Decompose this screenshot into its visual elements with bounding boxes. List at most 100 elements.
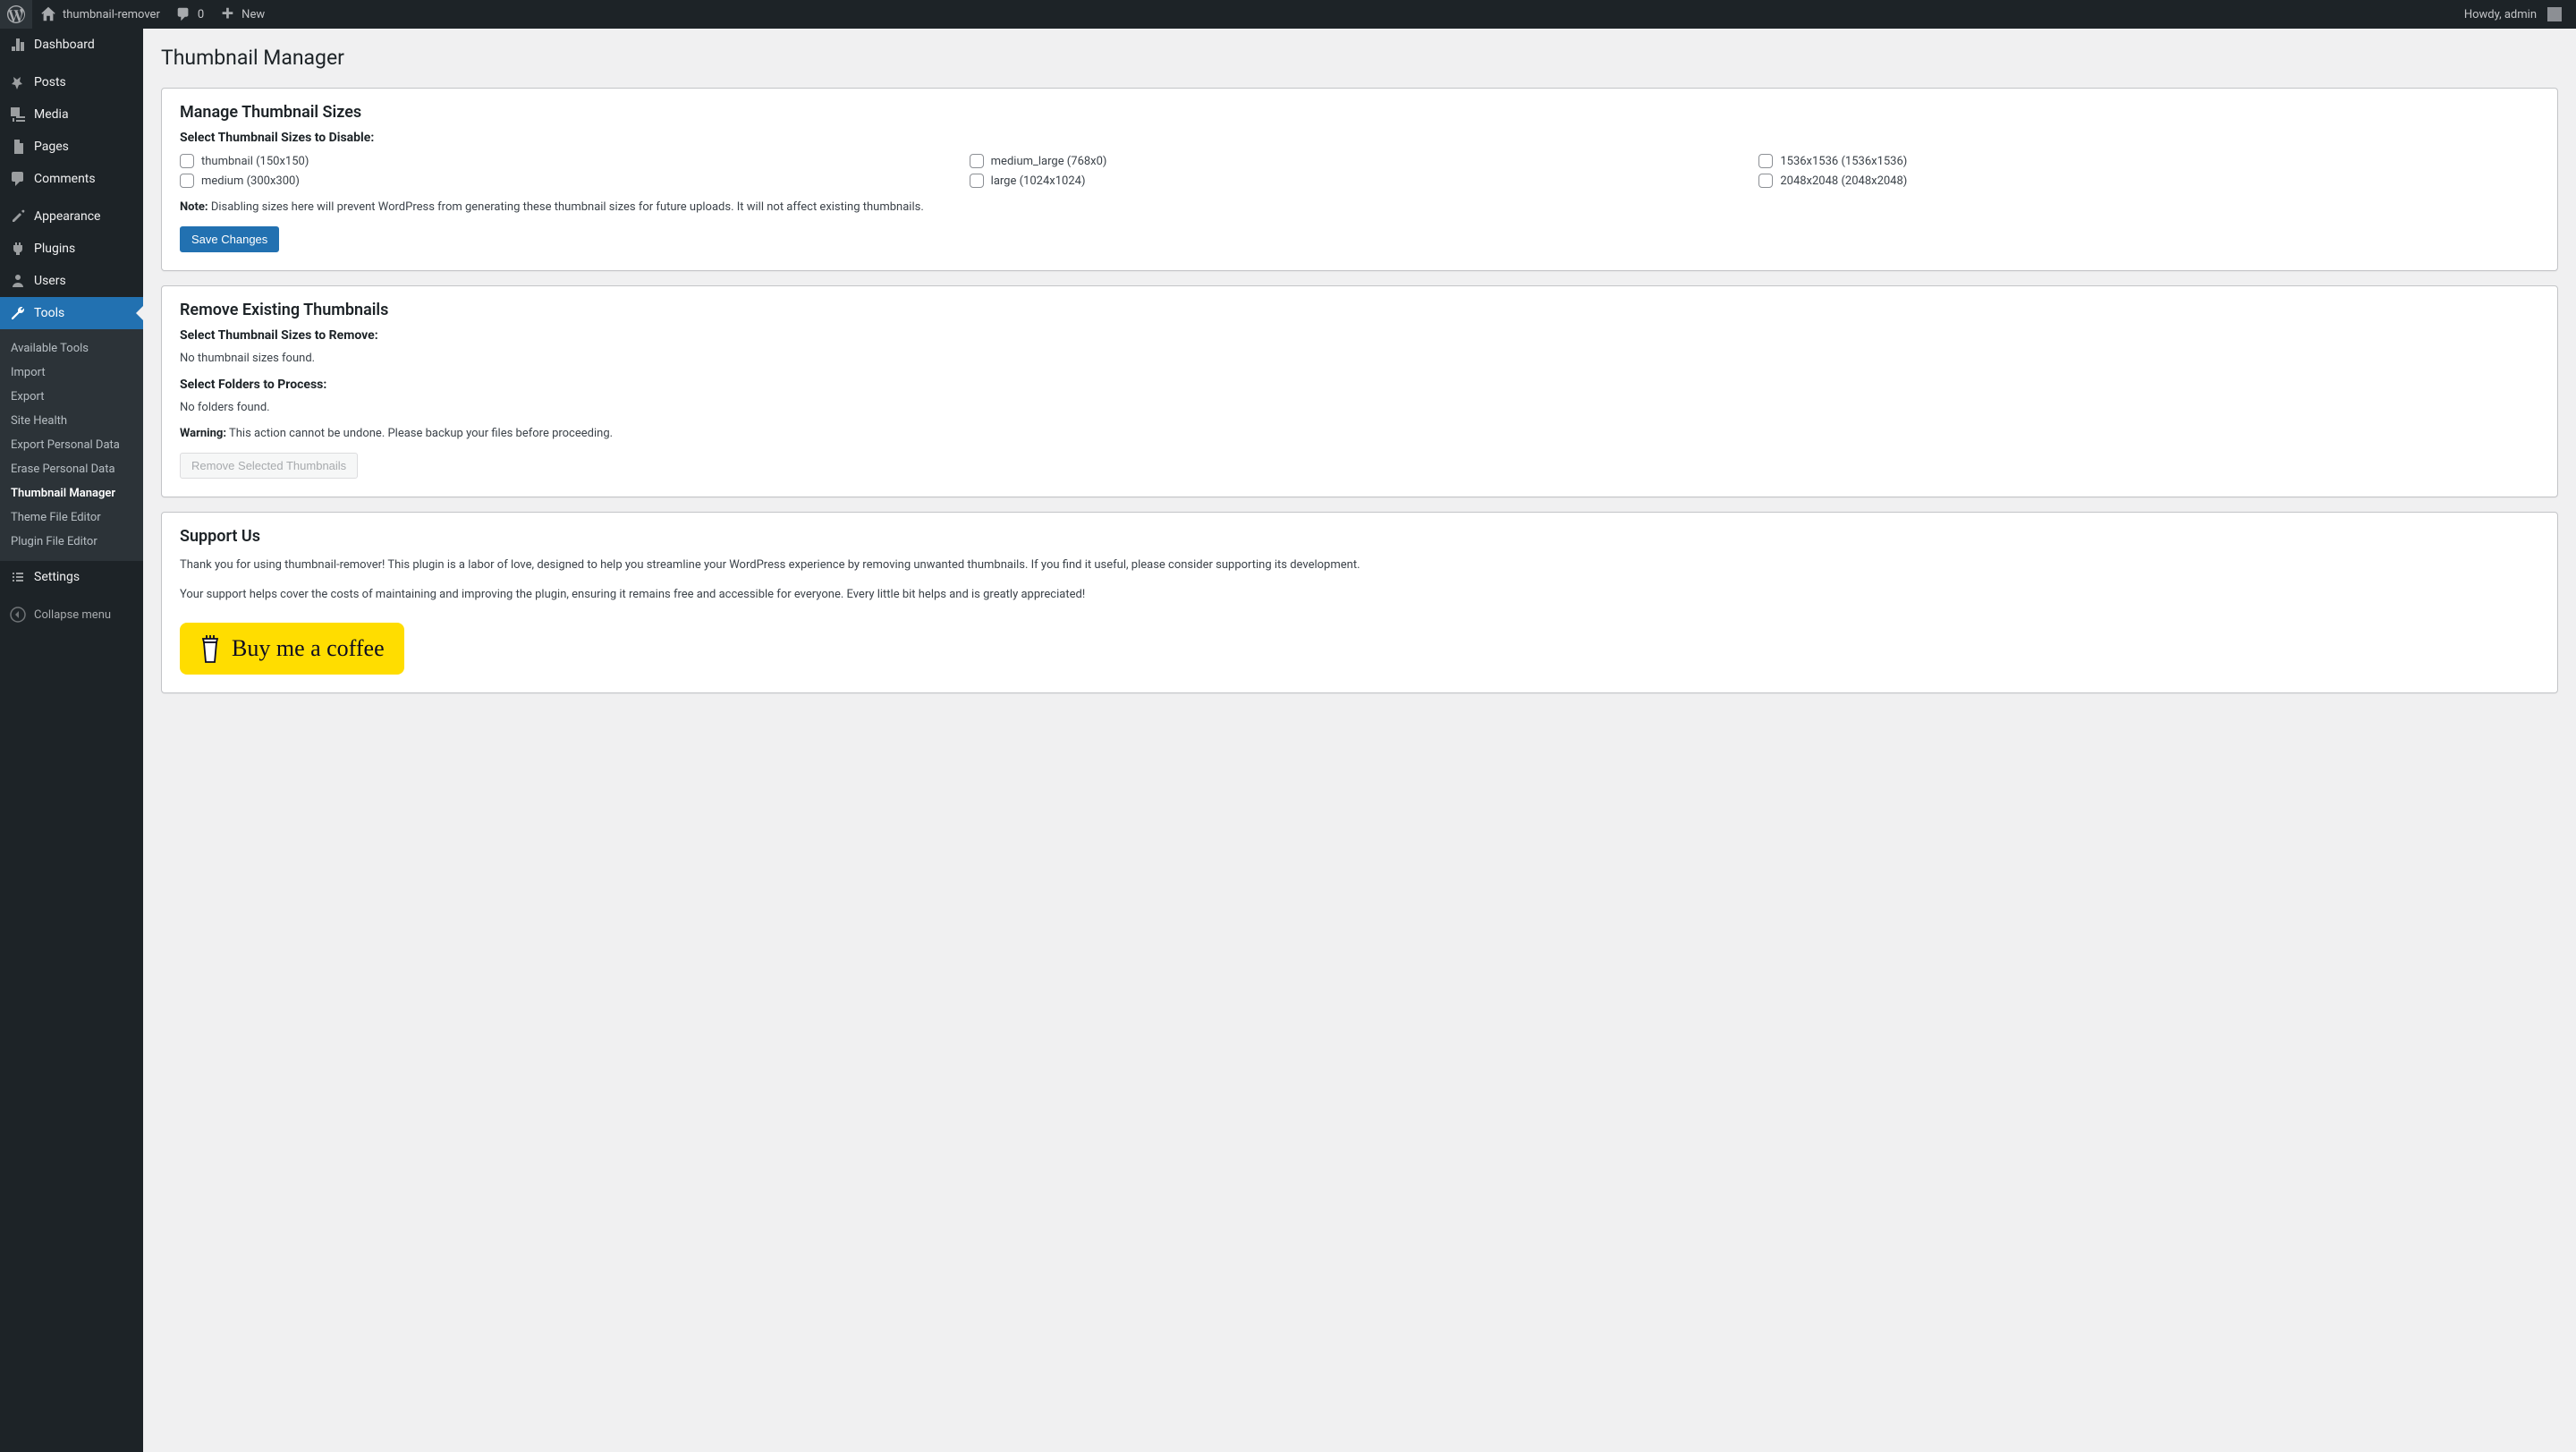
tools-submenu: Available Tools Import Export Site Healt… xyxy=(0,329,143,561)
sidebar-item-comments[interactable]: Comments xyxy=(0,163,143,195)
size-label: thumbnail (150x150) xyxy=(201,155,309,168)
support-card: Support Us Thank you for using thumbnail… xyxy=(161,512,2558,693)
checkbox[interactable] xyxy=(180,154,194,168)
sidebar-item-tools[interactable]: Tools xyxy=(0,297,143,329)
user-icon xyxy=(9,272,27,290)
remove-thumbnails-card: Remove Existing Thumbnails Select Thumbn… xyxy=(161,285,2558,497)
size-label: 1536x1536 (1536x1536) xyxy=(1780,155,1907,168)
page-title: Thumbnail Manager xyxy=(161,38,2558,73)
new-content[interactable]: New xyxy=(211,0,272,29)
submenu-plugin-file-editor[interactable]: Plugin File Editor xyxy=(0,530,143,554)
size-label: 2048x2048 (2048x2048) xyxy=(1780,174,1907,188)
collapse-menu[interactable]: Collapse menu xyxy=(0,599,143,631)
support-p2: Your support helps cover the costs of ma… xyxy=(180,586,2539,605)
save-changes-button[interactable]: Save Changes xyxy=(180,226,279,252)
sidebar-item-media[interactable]: Media xyxy=(0,98,143,131)
new-label: New xyxy=(242,8,265,21)
wrench-icon xyxy=(9,304,27,322)
media-icon xyxy=(9,106,27,123)
size-label: large (1024x1024) xyxy=(991,174,1086,188)
sidebar-label: Plugins xyxy=(34,242,75,256)
size-option[interactable]: medium_large (768x0) xyxy=(970,154,1750,168)
sidebar-label: Tools xyxy=(34,306,64,320)
sidebar-item-users[interactable]: Users xyxy=(0,265,143,297)
avatar xyxy=(2547,7,2562,21)
warning-text: This action cannot be undone. Please bac… xyxy=(229,427,613,440)
note-text: Disabling sizes here will prevent WordPr… xyxy=(211,200,924,214)
submenu-erase-personal[interactable]: Erase Personal Data xyxy=(0,457,143,481)
admin-sidebar: Dashboard Posts Media Pages Comments App… xyxy=(0,29,143,1452)
submenu-export-personal[interactable]: Export Personal Data xyxy=(0,433,143,457)
checkbox[interactable] xyxy=(970,174,984,188)
brush-icon xyxy=(9,208,27,225)
plug-icon xyxy=(9,240,27,258)
submenu-theme-file-editor[interactable]: Theme File Editor xyxy=(0,505,143,530)
dashboard-icon xyxy=(9,36,27,54)
size-option[interactable]: 1536x1536 (1536x1536) xyxy=(1758,154,2539,168)
comments-icon xyxy=(9,170,27,188)
sidebar-label: Comments xyxy=(34,172,96,186)
remove-selected-button[interactable]: Remove Selected Thumbnails xyxy=(180,453,358,479)
user-greeting[interactable]: Howdy, admin xyxy=(2457,0,2569,29)
sidebar-label: Dashboard xyxy=(34,38,95,52)
plus-icon xyxy=(218,5,236,23)
sidebar-item-plugins[interactable]: Plugins xyxy=(0,233,143,265)
no-folders-text: No folders found. xyxy=(180,401,2539,414)
buy-coffee-button[interactable]: Buy me a coffee xyxy=(180,623,404,675)
size-option[interactable]: medium (300x300) xyxy=(180,174,961,188)
folders-label: Select Folders to Process: xyxy=(180,378,2539,392)
size-option[interactable]: large (1024x1024) xyxy=(970,174,1750,188)
submenu-site-health[interactable]: Site Health xyxy=(0,409,143,433)
remove-warning: Warning: This action cannot be undone. P… xyxy=(180,427,2539,440)
size-label: medium_large (768x0) xyxy=(991,155,1107,168)
sidebar-label: Media xyxy=(34,107,69,122)
checkbox[interactable] xyxy=(1758,154,1773,168)
collapse-label: Collapse menu xyxy=(34,608,111,622)
greeting-text: Howdy, admin xyxy=(2464,8,2537,21)
sidebar-label: Settings xyxy=(34,570,80,584)
comments-link[interactable]: 0 xyxy=(167,0,211,29)
sidebar-item-appearance[interactable]: Appearance xyxy=(0,200,143,233)
pages-icon xyxy=(9,138,27,156)
submenu-import[interactable]: Import xyxy=(0,361,143,385)
support-p1: Thank you for using thumbnail-remover! T… xyxy=(180,556,2539,575)
coffee-label: Buy me a coffee xyxy=(232,635,385,662)
submenu-thumbnail-manager[interactable]: Thumbnail Manager xyxy=(0,481,143,505)
note-prefix: Note: xyxy=(180,200,208,214)
size-option[interactable]: 2048x2048 (2048x2048) xyxy=(1758,174,2539,188)
size-checkbox-grid: thumbnail (150x150) medium_large (768x0)… xyxy=(180,154,2539,188)
home-icon xyxy=(39,5,57,23)
wp-logo[interactable] xyxy=(0,0,32,29)
sidebar-label: Users xyxy=(34,274,66,288)
remove-sizes-label: Select Thumbnail Sizes to Remove: xyxy=(180,328,2539,343)
size-option[interactable]: thumbnail (150x150) xyxy=(180,154,961,168)
site-name-text: thumbnail-remover xyxy=(63,8,160,21)
settings-icon xyxy=(9,568,27,586)
manage-subheading: Select Thumbnail Sizes to Disable: xyxy=(180,131,2539,145)
sidebar-item-dashboard[interactable]: Dashboard xyxy=(0,29,143,61)
checkbox[interactable] xyxy=(180,174,194,188)
main-content: Thumbnail Manager Manage Thumbnail Sizes… xyxy=(143,29,2576,729)
sidebar-label: Pages xyxy=(34,140,69,154)
no-sizes-text: No thumbnail sizes found. xyxy=(180,352,2539,365)
support-heading: Support Us xyxy=(180,527,2539,546)
sidebar-label: Appearance xyxy=(34,209,100,224)
collapse-icon xyxy=(9,606,27,624)
sidebar-label: Posts xyxy=(34,75,66,89)
manage-sizes-card: Manage Thumbnail Sizes Select Thumbnail … xyxy=(161,88,2558,271)
wordpress-icon xyxy=(7,5,25,23)
manage-note: Note: Disabling sizes here will prevent … xyxy=(180,200,2539,214)
admin-bar: thumbnail-remover 0 New Howdy, admin xyxy=(0,0,2576,29)
sidebar-item-settings[interactable]: Settings xyxy=(0,561,143,593)
site-name[interactable]: thumbnail-remover xyxy=(32,0,167,29)
sidebar-item-pages[interactable]: Pages xyxy=(0,131,143,163)
checkbox[interactable] xyxy=(970,154,984,168)
manage-heading: Manage Thumbnail Sizes xyxy=(180,103,2539,122)
warning-prefix: Warning: xyxy=(180,427,226,440)
sidebar-item-posts[interactable]: Posts xyxy=(0,66,143,98)
pin-icon xyxy=(9,73,27,91)
coffee-cup-icon xyxy=(199,633,221,664)
checkbox[interactable] xyxy=(1758,174,1773,188)
submenu-export[interactable]: Export xyxy=(0,385,143,409)
submenu-available-tools[interactable]: Available Tools xyxy=(0,336,143,361)
